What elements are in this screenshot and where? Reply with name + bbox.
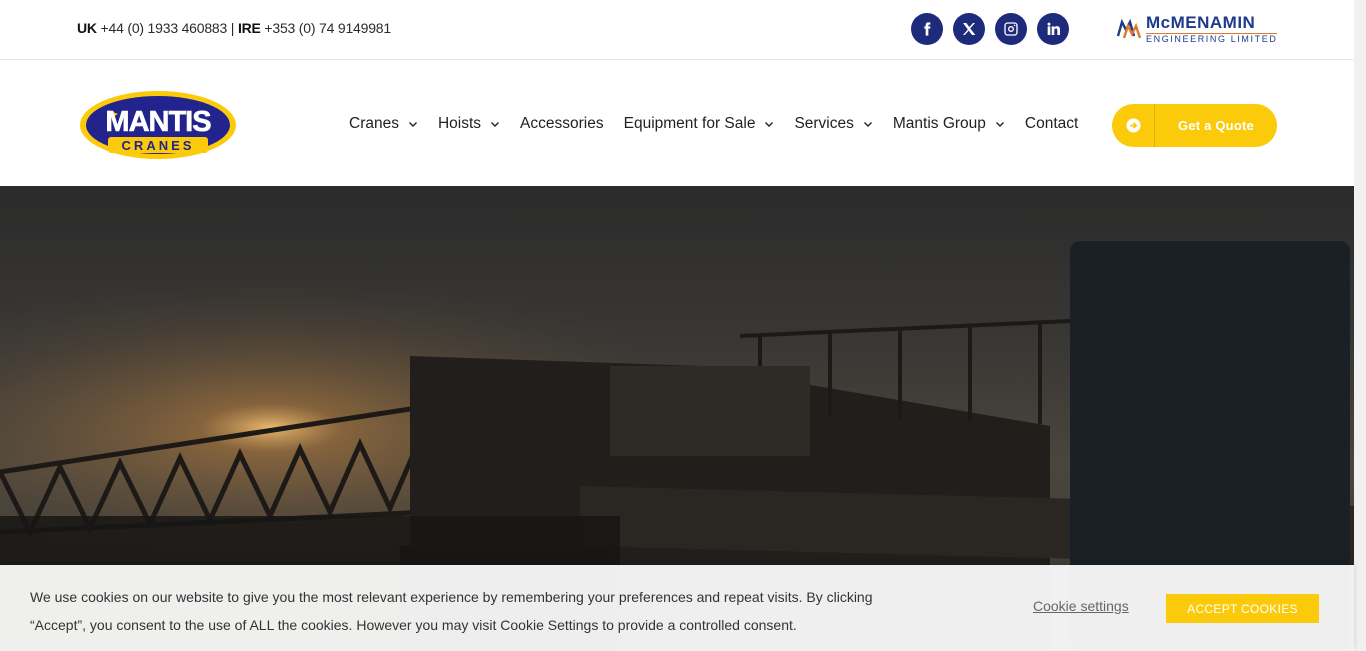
nav-item-cranes[interactable]: Cranes bbox=[349, 115, 418, 133]
nav-label: Cranes bbox=[349, 115, 399, 132]
cookie-settings-link[interactable]: Cookie settings bbox=[1033, 598, 1129, 614]
logo-word: MANTIS bbox=[105, 106, 211, 138]
uk-label: UK bbox=[77, 20, 97, 36]
logo-sub: CRANES bbox=[122, 138, 195, 153]
nav-item-accessories[interactable]: Accessories bbox=[520, 115, 604, 133]
accept-cookies-button[interactable]: ACCEPT COOKIES bbox=[1166, 594, 1319, 623]
x-twitter-icon[interactable] bbox=[953, 13, 985, 45]
quote-label: Get a Quote bbox=[1178, 118, 1254, 133]
nav-label: Services bbox=[794, 115, 854, 132]
main-nav: Cranes Hoists Accessories Equipment for … bbox=[349, 115, 1078, 133]
site-header: MANTIS CRANES Cranes Hoists Accessories … bbox=[0, 60, 1354, 186]
mcmenamin-logo[interactable]: McMENAMIN ENGINEERING LIMITED bbox=[1116, 14, 1278, 44]
cookie-message: We use cookies on our website to give yo… bbox=[30, 589, 873, 633]
linkedin-icon[interactable] bbox=[1037, 13, 1069, 45]
cookie-banner: We use cookies on our website to give yo… bbox=[0, 565, 1354, 651]
nav-item-services[interactable]: Services bbox=[794, 115, 872, 133]
get-a-quote-button[interactable]: Get a Quote bbox=[1112, 104, 1277, 147]
mcmenamin-mark-icon bbox=[1116, 18, 1142, 39]
chevron-down-icon bbox=[408, 122, 417, 127]
social-links bbox=[911, 13, 1069, 45]
nav-item-contact[interactable]: Contact bbox=[1025, 115, 1078, 133]
uk-phone[interactable]: +44 (0) 1933 460883 | bbox=[97, 20, 238, 36]
nav-item-mantis-group[interactable]: Mantis Group bbox=[893, 115, 1005, 133]
nav-label: Accessories bbox=[520, 115, 604, 132]
ire-phone[interactable]: +353 (0) 74 9149981 bbox=[261, 20, 391, 36]
nav-label: Hoists bbox=[437, 115, 482, 132]
ire-label: IRE bbox=[237, 20, 261, 36]
partner-logo-line2: ENGINEERING LIMITED bbox=[1146, 33, 1278, 44]
top-bar: UK +44 (0) 1933 460883 | IRE +353 (0) 74… bbox=[0, 0, 1354, 60]
instagram-icon[interactable] bbox=[995, 13, 1027, 45]
mantis-cranes-logo[interactable]: MANTIS CRANES bbox=[78, 89, 238, 161]
chevron-down-icon bbox=[491, 122, 500, 127]
facebook-icon[interactable] bbox=[911, 13, 943, 45]
scrollbar[interactable] bbox=[1354, 0, 1366, 651]
nav-item-hoists[interactable]: Hoists bbox=[438, 115, 500, 133]
chevron-down-icon bbox=[863, 122, 872, 127]
contact-phones: UK +44 (0) 1933 460883 | IRE +353 (0) 74… bbox=[77, 20, 391, 36]
nav-item-equipment-for-sale[interactable]: Equipment for Sale bbox=[624, 115, 775, 133]
nav-label: Equipment for Sale bbox=[623, 115, 756, 132]
partner-logo-line1: McMENAMIN bbox=[1146, 13, 1256, 32]
arrow-circle-right-icon bbox=[1112, 104, 1155, 147]
nav-label: Contact bbox=[1024, 115, 1079, 132]
chevron-down-icon bbox=[765, 122, 774, 127]
nav-label: Mantis Group bbox=[892, 115, 986, 132]
chevron-down-icon bbox=[995, 122, 1004, 127]
